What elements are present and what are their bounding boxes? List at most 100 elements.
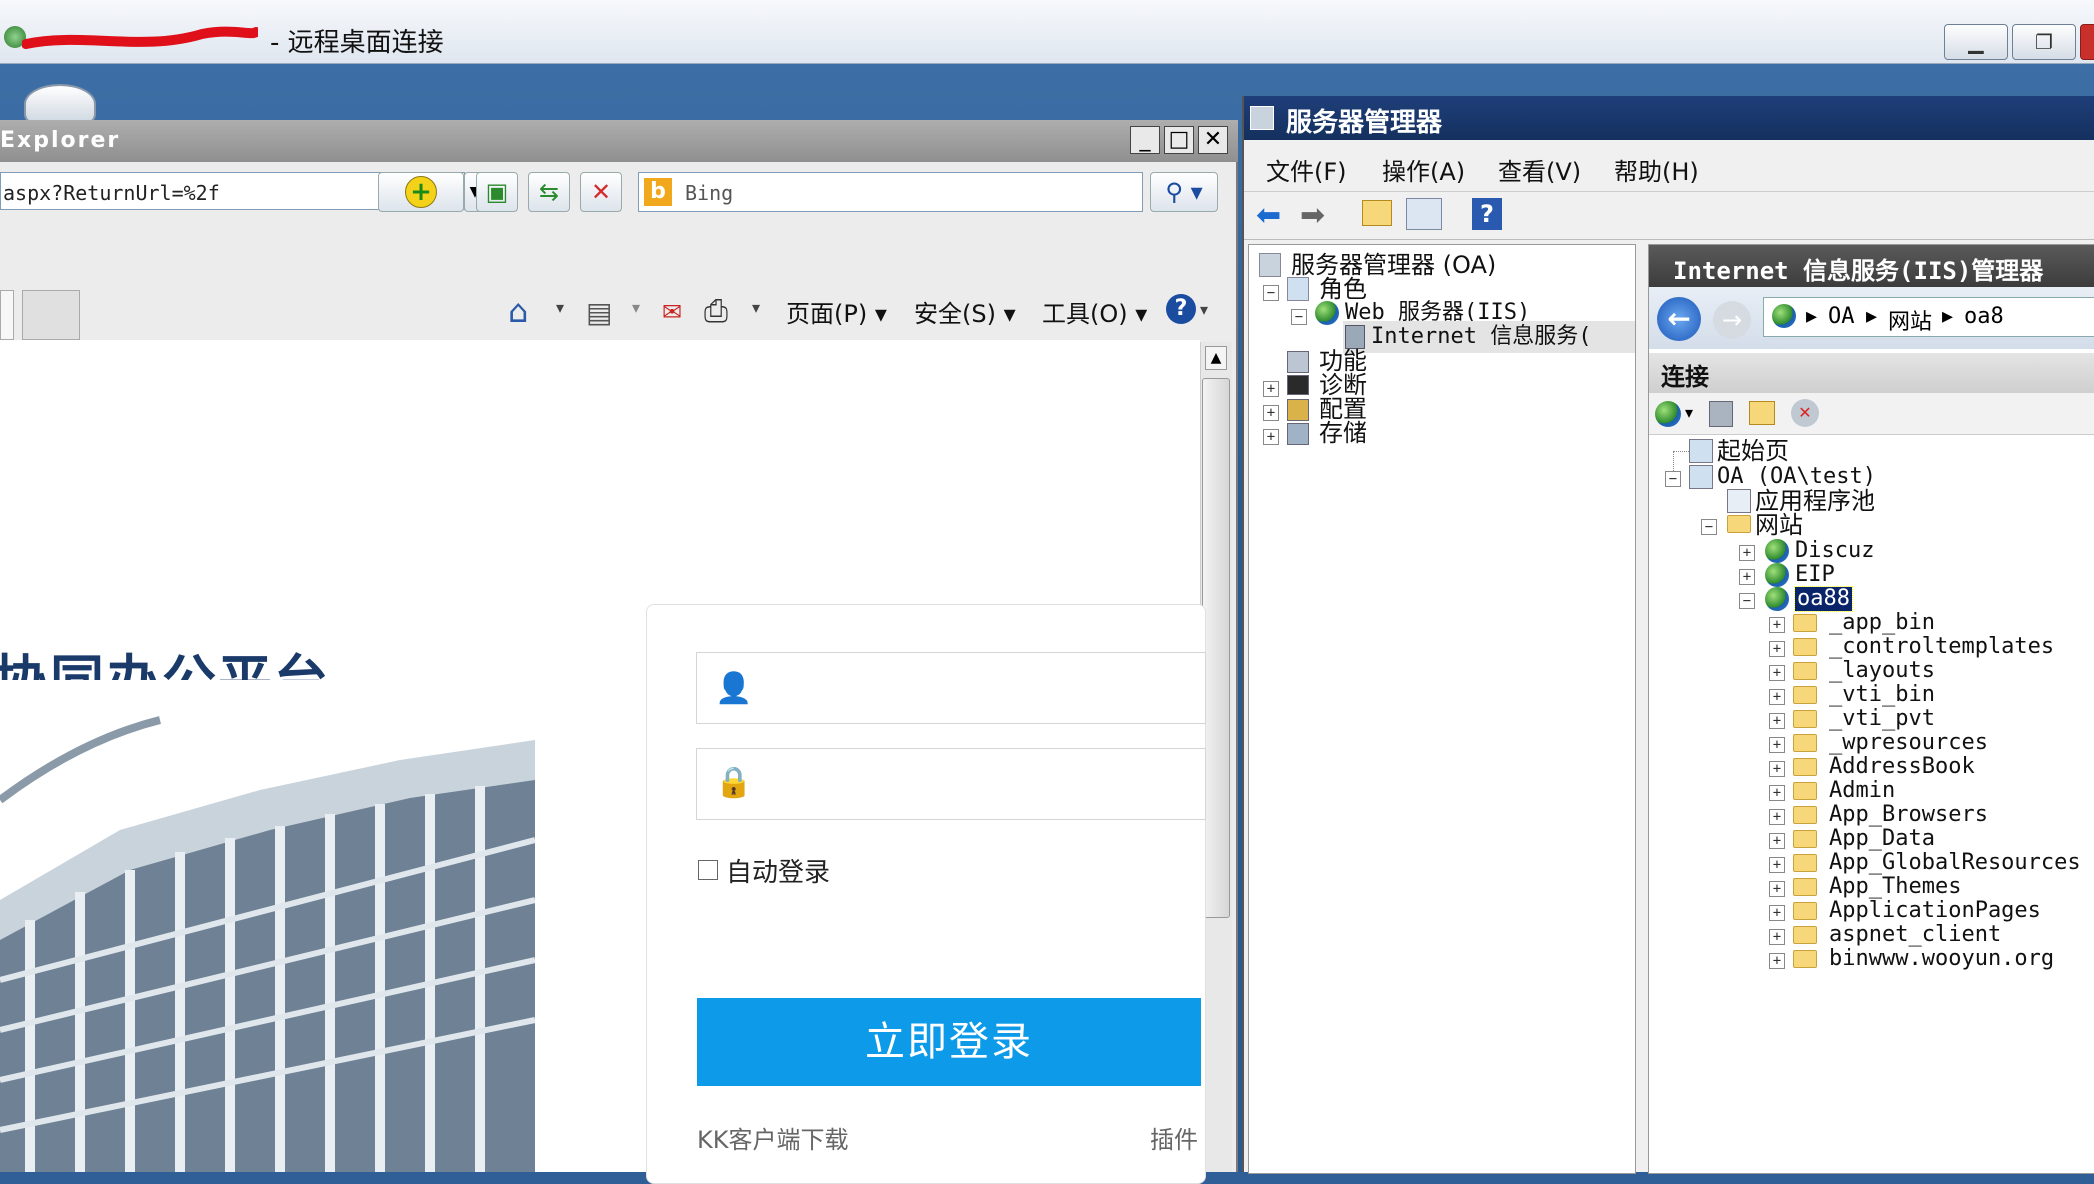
compatibility-button[interactable]: +	[378, 172, 464, 212]
refresh-icon[interactable]: ⇆	[528, 172, 570, 212]
scroll-thumb[interactable]	[1202, 378, 1230, 918]
iis-breadcrumb[interactable]: ▸ OA ▸ 网站 ▸ oa8	[1763, 297, 2094, 337]
ie-title-bar: Explorer _ □ ✕	[0, 120, 1238, 162]
folder-icon	[1793, 638, 1817, 656]
ie-minimize-button[interactable]: _	[1130, 126, 1160, 154]
collapse-roles[interactable]: −	[1263, 285, 1279, 301]
show-hide-tree-icon[interactable]	[1406, 198, 1442, 230]
maximize-button[interactable]: ❐	[2012, 24, 2076, 60]
stop-icon[interactable]: ✕	[580, 172, 622, 212]
help-icon[interactable]: ?	[1166, 294, 1196, 324]
collapse-oa88[interactable]: −	[1739, 593, 1755, 609]
forward-arrow-icon[interactable]: ➡	[1300, 198, 1325, 233]
expand-eip[interactable]: +	[1739, 569, 1755, 585]
tab-new[interactable]	[22, 290, 80, 340]
tools-menu[interactable]: 工具(O) ▾	[1042, 294, 1147, 329]
sm-title: 服务器管理器	[1286, 108, 1443, 138]
compatibility-icon: +	[405, 176, 437, 208]
minimize-button[interactable]: ▁	[1944, 24, 2008, 60]
expand-folder[interactable]: +	[1769, 785, 1785, 801]
page-menu-label: 页面(P)	[786, 300, 868, 328]
expand-folder[interactable]: +	[1769, 905, 1785, 921]
help-icon-sm[interactable]: ?	[1472, 198, 1502, 230]
kk-download-link[interactable]: KK客户端下载	[697, 1120, 848, 1155]
breadcrumb-sep-2: ▸	[1866, 304, 1878, 329]
feeds-dropdown-icon[interactable]: ▾	[632, 298, 640, 317]
recycle-bin-icon[interactable]	[24, 84, 96, 124]
mail-icon[interactable]: ✉	[662, 298, 682, 326]
menu-action[interactable]: 操作(A)	[1382, 152, 1465, 187]
expand-folder[interactable]: +	[1769, 641, 1785, 657]
iis-nav-bar: ← → ▸ OA ▸ 网站 ▸ oa8	[1649, 287, 2094, 349]
diagnostics-icon	[1287, 375, 1309, 395]
expand-folder[interactable]: +	[1769, 617, 1785, 633]
tree-iis-manager[interactable]: Internet 信息服务(	[1343, 321, 1635, 353]
username-input[interactable]: 👤	[696, 652, 1206, 724]
rss-compat-icon[interactable]: ▣	[476, 172, 518, 212]
breadcrumb-sites[interactable]: 网站	[1888, 304, 1932, 336]
ie-close-button[interactable]: ✕	[1198, 126, 1228, 154]
features-icon	[1287, 351, 1309, 373]
iis-forward-icon[interactable]: →	[1713, 301, 1751, 339]
menu-file[interactable]: 文件(F)	[1266, 152, 1347, 187]
safety-menu[interactable]: 安全(S) ▾	[914, 294, 1016, 329]
expand-folder[interactable]: +	[1769, 713, 1785, 729]
plugin-link[interactable]: 插件	[1150, 1120, 1198, 1155]
menu-help[interactable]: 帮助(H)	[1614, 152, 1699, 187]
connect-globe-icon[interactable]	[1655, 401, 1681, 427]
login-button[interactable]: 立即登录	[697, 998, 1201, 1086]
scroll-up-button[interactable]: ▲	[1205, 346, 1227, 370]
disconnect-icon[interactable]: ✕	[1791, 399, 1819, 427]
connect-dropdown-icon[interactable]: ▾	[1685, 403, 1693, 422]
search-icon[interactable]: ⚲ ▾	[1150, 172, 1218, 212]
expand-folder[interactable]: +	[1769, 665, 1785, 681]
user-icon: 👤	[715, 671, 753, 706]
sites-label: 网站	[1755, 511, 1803, 539]
expand-folder[interactable]: +	[1769, 737, 1785, 753]
help-dropdown-icon[interactable]: ▾	[1200, 300, 1208, 319]
page-menu[interactable]: 页面(P) ▾	[786, 294, 887, 329]
breadcrumb-sep-1: ▸	[1806, 304, 1818, 329]
expand-discuz[interactable]: +	[1739, 545, 1755, 561]
expand-folder[interactable]: +	[1769, 833, 1785, 849]
up-icon[interactable]	[1749, 401, 1775, 425]
app-pools-label: 应用程序池	[1755, 487, 1875, 515]
save-icon[interactable]	[1709, 401, 1733, 427]
expand-folder[interactable]: +	[1769, 809, 1785, 825]
print-icon[interactable]: ⎙	[704, 294, 728, 329]
breadcrumb-oa[interactable]: OA	[1828, 304, 1855, 329]
expand-config[interactable]: +	[1263, 405, 1279, 421]
password-input[interactable]: 🔒	[696, 748, 1206, 820]
up-folder-icon[interactable]	[1362, 200, 1392, 226]
expand-folder[interactable]: +	[1769, 761, 1785, 777]
close-button[interactable]	[2080, 24, 2094, 60]
server-manager-window: 服务器管理器 文件(F) 操作(A) 查看(V) 帮助(H) ⬅ ➡ ? 服务器…	[1242, 96, 2094, 1175]
folder-icon	[1793, 830, 1817, 848]
ie-window-title: Explorer	[0, 128, 121, 153]
back-arrow-icon[interactable]: ⬅	[1256, 198, 1281, 233]
expand-folder[interactable]: +	[1769, 689, 1785, 705]
collapse-sites[interactable]: −	[1701, 519, 1717, 535]
expand-folder[interactable]: +	[1769, 857, 1785, 873]
expand-folder[interactable]: +	[1769, 953, 1785, 969]
collapse-web-server[interactable]: −	[1291, 309, 1307, 325]
home-icon[interactable]: ⌂	[508, 292, 528, 330]
collapse-server[interactable]: −	[1665, 471, 1681, 487]
print-dropdown-icon[interactable]: ▾	[752, 298, 760, 317]
home-dropdown-icon[interactable]: ▾	[556, 298, 564, 317]
tab-current[interactable]	[0, 290, 14, 340]
expand-diagnostics[interactable]: +	[1263, 381, 1279, 397]
expand-storage[interactable]: +	[1263, 429, 1279, 445]
search-input[interactable]: Bing	[638, 172, 1143, 212]
iis-back-icon[interactable]: ←	[1657, 297, 1701, 341]
expand-folder[interactable]: +	[1769, 881, 1785, 897]
breadcrumb-oa88[interactable]: oa8	[1964, 304, 2004, 329]
expand-folder[interactable]: +	[1769, 929, 1785, 945]
feeds-icon[interactable]: ▤	[586, 296, 612, 329]
ie-maximize-button[interactable]: □	[1164, 126, 1194, 154]
menu-view[interactable]: 查看(V)	[1498, 152, 1581, 187]
iis-tree: 起始页 − OA (OA\test) 应用程序池 − 网站 + Discuz +…	[1649, 439, 2094, 1175]
redacted-ip	[21, 22, 261, 49]
remember-me-checkbox[interactable]	[698, 860, 718, 880]
site-globe-icon	[1765, 587, 1789, 611]
